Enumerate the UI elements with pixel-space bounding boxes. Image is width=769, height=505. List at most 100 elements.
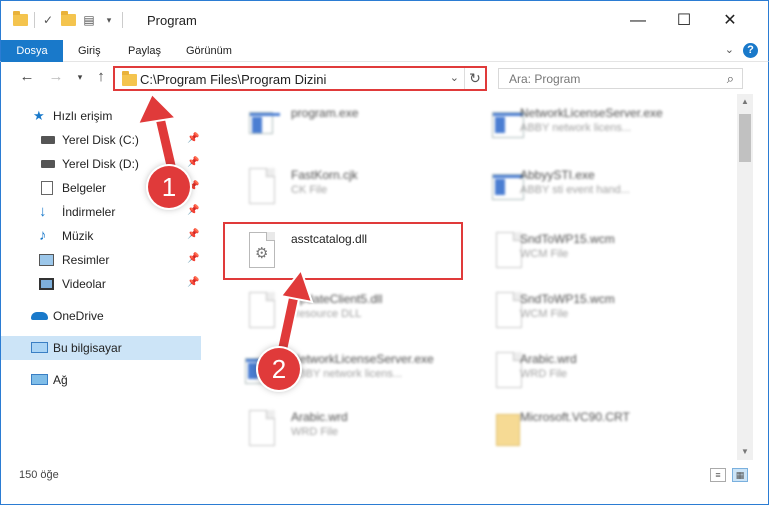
file-name: UpdateClient5.dll [291,292,383,306]
pin-icon[interactable]: 📌 [187,205,199,216]
scroll-thumb[interactable] [739,114,751,162]
title-bar: ✓ ▤ ▾ Program — ☐ ✕ [0,0,769,40]
dropdown-arrow-icon[interactable]: ▾ [102,13,116,27]
nav-item-onedrive[interactable]: OneDrive [1,304,201,328]
file-item[interactable]: Microsoft.VC90.CRT [470,400,710,458]
nav-item-label: Resimler [62,253,110,267]
search-input[interactable]: Ara: Program ⌕ [498,68,743,89]
nav-item-label: Ağ [53,373,68,387]
back-arrow-icon[interactable]: ← [18,68,36,85]
nav-item-quick-access[interactable]: ★ Hızlı erişim [1,104,201,128]
status-bar: 150 öğe ≡ ▦ [0,460,769,505]
up-arrow-icon[interactable]: ↑ [92,68,110,85]
file-icon [243,408,279,452]
file-item[interactable]: Arabic.wrd WRD File [470,342,710,400]
nav-item-videos[interactable]: Videolar 📌 [1,272,201,296]
address-bar[interactable]: C:\Program Files\Program Dizini ⌄ ↻ [113,66,487,91]
nav-item-label: Yerel Disk (C:) [62,133,139,147]
forward-arrow-icon[interactable]: → [47,68,65,85]
highlight-frame [223,222,463,280]
window-edge [753,94,769,460]
cloud-icon [31,312,48,320]
callout-badge-1: 1 [148,166,190,208]
videos-icon [39,278,54,290]
nav-item-label: İndirmeler [62,205,116,219]
new-folder-icon[interactable] [61,11,76,26]
dll-icon [243,290,279,334]
tiles-view-icon[interactable]: ▦ [732,468,748,482]
help-icon[interactable]: ? [743,43,758,58]
file-type: CK File [291,184,328,196]
quick-access-toolbar: ✓ ▤ ▾ [13,11,123,28]
file-name: NetworkLicenseServer.exe [291,352,434,366]
divider [122,12,123,28]
file-name: Microsoft.VC90.CRT [520,410,630,424]
customize-toolbar-icon[interactable]: ▤ [82,13,96,27]
tab-home[interactable]: Giriş [78,40,101,62]
nav-item-music[interactable]: ♪ Müzik 📌 [1,224,201,248]
refresh-icon[interactable]: ↻ [464,68,485,89]
pin-icon[interactable]: 📌 [187,157,199,168]
window-title: Program [147,13,197,28]
file-name: FastKorn.cjk [291,168,358,182]
maximize-button[interactable]: ☐ [661,1,707,41]
address-path[interactable]: C:\Program Files\Program Dizini [140,72,326,87]
pin-icon[interactable]: 📌 [187,133,199,144]
file-item[interactable]: SndToWP15.wcm WCM File [470,222,710,280]
pin-icon[interactable]: 📌 [187,229,199,240]
tab-file[interactable]: Dosya [1,40,63,62]
ribbon-tabs: Dosya Giriş Paylaş Görünüm ⌄ ? [0,40,769,62]
file-name: AbbyySTI.exe [520,168,595,182]
file-item[interactable]: NetworkLicenseServer.exe ABBY network li… [470,96,710,154]
file-item[interactable]: SndToWP15.wcm WCM File [470,282,710,340]
file-type: Resource DLL [291,308,362,320]
nav-item-label: OneDrive [53,309,104,323]
file-name: program.exe [291,106,359,120]
file-name: SndToWP15.wcm [520,292,615,306]
nav-item-label: Videolar [62,277,106,291]
file-name: Arabic.wrd [291,410,348,424]
file-item[interactable]: Arabic.wrd WRD File [223,400,463,458]
computer-icon [31,342,48,353]
vertical-scrollbar[interactable]: ▲ ▼ [737,94,753,460]
pin-icon[interactable]: 📌 [187,277,199,288]
tab-share[interactable]: Paylaş [128,40,161,62]
star-icon: ★ [33,108,45,123]
nav-item-label: Bu bilgisayar [53,341,122,355]
details-view-icon[interactable]: ≡ [710,468,726,482]
file-type: ABBY network licens... [291,368,403,380]
address-row: ← → ▾ ↑ C:\Program Files\Program Dizini … [0,62,769,94]
download-icon: ↓ [39,203,47,220]
file-name: Arabic.wrd [520,352,577,366]
expand-ribbon-icon[interactable]: ⌄ [725,43,734,56]
drive-icon [41,136,55,144]
nav-item-network[interactable]: Ağ [1,368,201,392]
file-item[interactable]: UpdateClient5.dll Resource DLL [223,282,463,340]
nav-item-pictures[interactable]: Resimler 📌 [1,248,201,272]
minimize-button[interactable]: — [615,1,661,41]
close-button[interactable]: ✕ [707,1,753,41]
nav-item-this-pc[interactable]: Bu bilgisayar [1,336,201,360]
file-item[interactable]: FastKorn.cjk CK File [223,158,463,216]
folder-icon [13,11,28,26]
drive-icon [41,160,55,168]
recent-locations-icon[interactable]: ▾ [71,72,89,83]
scroll-down-icon[interactable]: ▼ [737,444,753,460]
file-item[interactable]: AbbyySTI.exe ABBY sti event hand... [470,158,710,216]
file-type: ABBY sti event hand... [520,184,630,196]
search-placeholder: Ara: Program [509,72,581,86]
file-item[interactable]: program.exe [223,96,463,154]
exe-icon [243,104,280,148]
file-type: WCM File [520,308,569,320]
nav-item-local-disk-c[interactable]: Yerel Disk (C:) 📌 [1,128,201,152]
file-type: WRD File [291,426,339,438]
folder-icon [122,71,137,86]
properties-icon[interactable]: ✓ [41,13,55,27]
music-icon: ♪ [39,227,47,244]
scroll-up-icon[interactable]: ▲ [737,94,753,110]
pin-icon[interactable]: 📌 [187,253,199,264]
file-type: ABBY network licens... [520,122,632,134]
tab-view[interactable]: Görünüm [186,40,232,62]
search-icon[interactable]: ⌕ [727,71,734,87]
chevron-down-icon[interactable]: ⌄ [450,71,459,84]
